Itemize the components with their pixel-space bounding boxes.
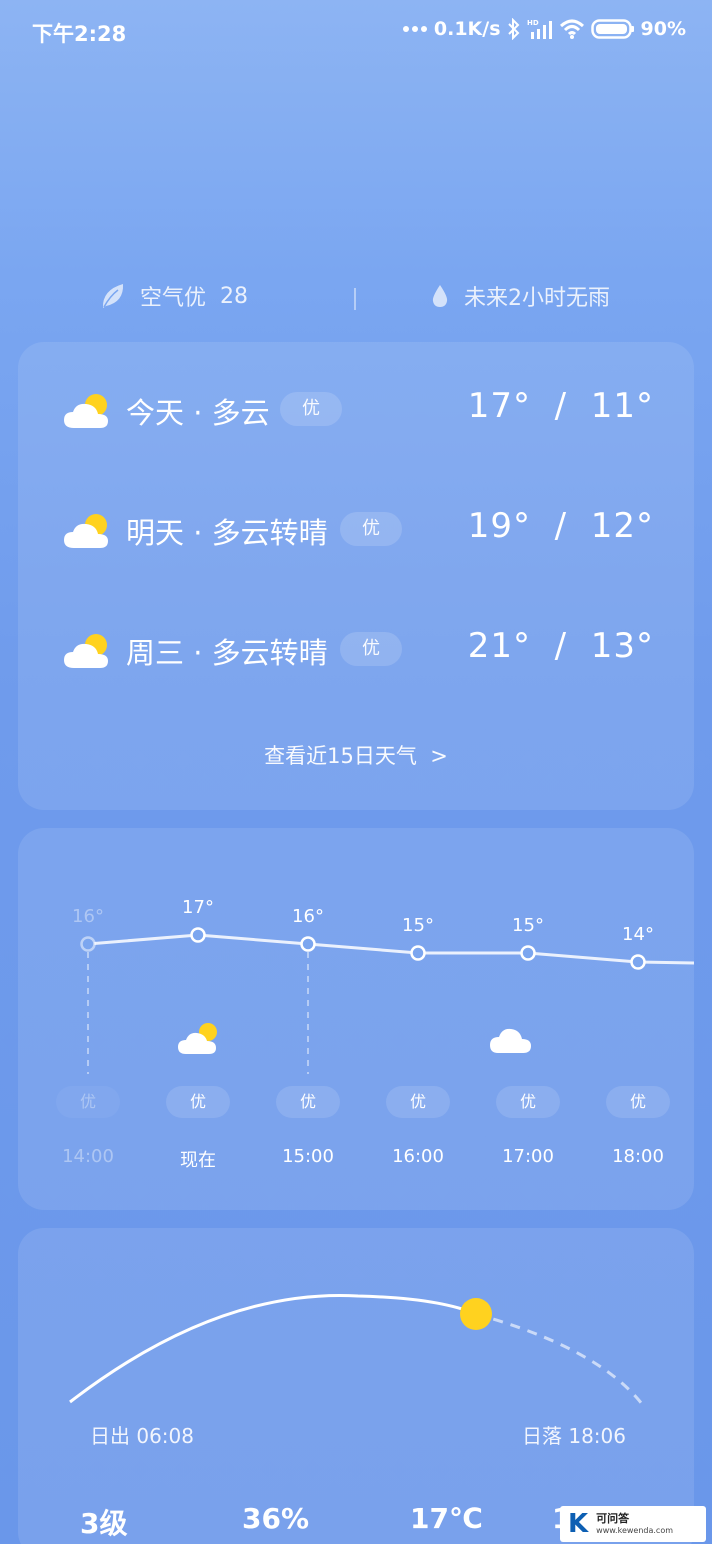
forecast-temp-range: 21° / 13° <box>468 626 654 666</box>
forecast-day-label: 明天 · 多云转晴 <box>126 516 328 550</box>
wind-level: 3级 <box>80 1507 128 1540</box>
temp-point <box>630 954 646 970</box>
temp-point <box>520 945 536 961</box>
rain-forecast[interactable]: 未来2小时无雨 <box>430 280 610 312</box>
watermark-title: 可问答 <box>596 1512 630 1525</box>
air-quality-label: 空气优 <box>140 286 207 311</box>
feels-like: 17℃ <box>410 1502 483 1535</box>
hour-temp: 16° <box>292 906 324 927</box>
status-time: 下午2:28 <box>32 22 127 46</box>
watermark: K 可问答 www.kewenda.com <box>560 1506 706 1542</box>
hour-temp: 17° <box>182 897 214 918</box>
partly-cloudy-icon <box>64 514 108 548</box>
divider <box>354 288 356 310</box>
temp-low: 11° <box>590 386 654 426</box>
temp-high: 17° <box>467 386 532 426</box>
sun-icon <box>460 1298 492 1330</box>
network-speed: 0.1K/s <box>433 18 501 40</box>
hour-time: 14:00 <box>62 1146 114 1167</box>
temp-point <box>410 945 426 961</box>
hour-aqi-badge: 优 <box>166 1086 230 1118</box>
temp-high: 21° <box>467 626 532 666</box>
forecast-row-wednesday[interactable]: 周三 · 多云转晴 优 21° / 13° <box>18 616 694 686</box>
daily-forecast-card: 今天 · 多云 优 17° / 11° 明天 · 多云转晴 优 19° / 12… <box>18 342 694 810</box>
temp-separator: / <box>554 506 568 546</box>
hour-time: 16:00 <box>392 1146 444 1167</box>
hour-aqi-badge: 优 <box>276 1086 340 1118</box>
more-dots-icon <box>402 26 427 32</box>
temp-separator: / <box>554 386 568 426</box>
hd-signal-icon: HD <box>527 19 552 39</box>
aqi-badge: 优 <box>280 392 342 426</box>
hourly-forecast-card[interactable]: 16° 优 14:00 17° 优现在 16° 优 15:00 15° 优 16:00 15° 优 17:… <box>18 828 694 1210</box>
temp-low: 13° <box>590 626 654 666</box>
humidity: 36% <box>242 1502 310 1535</box>
status-icons: 0.1K/s HD 90% <box>402 18 686 40</box>
hour-time: 现在 <box>180 1150 216 1171</box>
sun-path-elapsed <box>69 1293 477 1404</box>
chevron-right-icon: > <box>430 744 448 768</box>
temp-point <box>190 927 206 943</box>
rain-text: 未来2小时无雨 <box>464 286 610 311</box>
watermark-logo: K <box>568 1509 589 1539</box>
air-quality[interactable]: 空气优 28 <box>100 280 248 312</box>
forecast-day-label: 今天 · 多云 <box>126 396 270 430</box>
air-quality-value: 28 <box>220 283 249 309</box>
wifi-icon <box>559 19 584 39</box>
svg-text:HD: HD <box>527 19 539 27</box>
water-drop-icon <box>432 285 448 307</box>
aqi-badge: 优 <box>340 512 402 546</box>
cloudy-icon <box>490 1028 531 1053</box>
status-bar: 下午2:28 0.1K/s HD 90% <box>0 0 712 64</box>
temp-high: 19° <box>467 506 532 546</box>
hour-aqi-badge: 优 <box>386 1086 450 1118</box>
hour-temp: 14° <box>622 924 654 945</box>
sun-path-remaining <box>475 1312 644 1405</box>
forecast-row-tomorrow[interactable]: 明天 · 多云转晴 优 19° / 12° <box>18 496 694 566</box>
battery-percent: 90% <box>640 18 686 40</box>
hour-temp: 16° <box>72 906 104 927</box>
bluetooth-icon <box>507 18 519 40</box>
watermark-url: www.kewenda.com <box>596 1526 674 1535</box>
partly-cloudy-icon <box>64 394 108 428</box>
temp-line <box>87 933 694 965</box>
temp-separator: / <box>554 626 568 666</box>
partly-cloudy-icon <box>64 634 108 668</box>
sunrise-sunset-card: 日出 06:08 日落 18:06 3级 36% 17℃ 1 <box>18 1228 694 1544</box>
forecast-temp-range: 17° / 11° <box>468 386 654 426</box>
temp-point <box>300 936 316 952</box>
view-15-day-label: 查看近15日天气 <box>264 744 417 768</box>
hour-temp: 15° <box>512 915 544 936</box>
aqi-badge: 优 <box>340 632 402 666</box>
hour-temp: 15° <box>402 915 434 936</box>
sun-arc <box>69 1293 644 1405</box>
hour-aqi-badge: 优 <box>56 1086 120 1118</box>
forecast-row-today[interactable]: 今天 · 多云 优 17° / 11° <box>18 376 694 446</box>
hour-time: 15:00 <box>282 1146 334 1167</box>
view-15-day-link[interactable]: 查看近15日天气 > <box>18 740 694 770</box>
temp-low: 12° <box>590 506 654 546</box>
hour-aqi-badge: 优 <box>606 1086 670 1118</box>
air-info-row: 空气优 28 未来2小时无雨 <box>0 280 712 320</box>
forecast-temp-range: 19° / 12° <box>468 506 654 546</box>
forecast-day-label: 周三 · 多云转晴 <box>126 636 328 670</box>
leaf-icon <box>102 284 124 308</box>
sunset-time: 日落 18:06 <box>522 1424 626 1448</box>
hour-aqi-badge: 优 <box>496 1086 560 1118</box>
partly-cloudy-icon <box>178 1023 217 1054</box>
hour-time: 17:00 <box>502 1146 554 1167</box>
hour-time: 18:00 <box>612 1146 664 1167</box>
battery-icon <box>590 19 634 39</box>
sunrise-time: 日出 06:08 <box>90 1424 194 1448</box>
temp-point <box>80 936 96 952</box>
